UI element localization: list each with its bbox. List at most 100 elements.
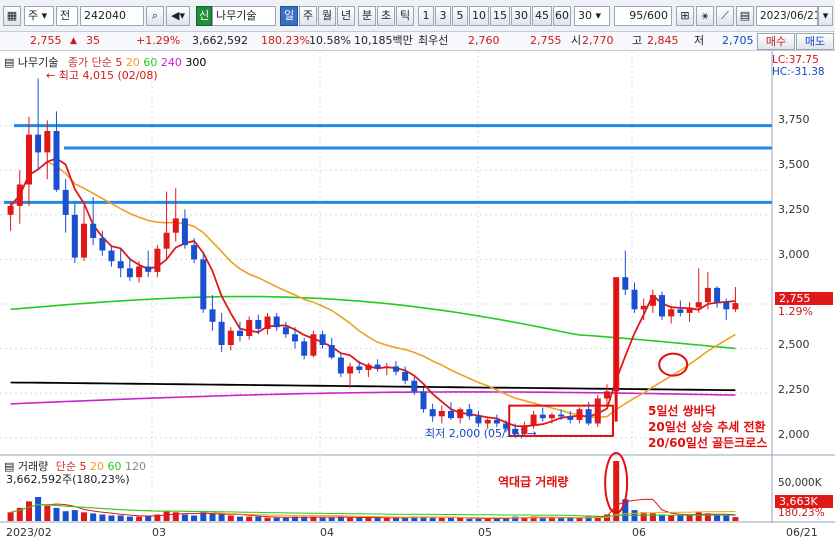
volume-tick-50000k: 50,000K <box>778 477 822 489</box>
candle-body <box>108 250 115 262</box>
grid-settings-icon[interactable]: ⊞ <box>676 6 694 26</box>
interval-10-button[interactable]: 10 <box>469 6 489 26</box>
volume-bar <box>35 497 42 521</box>
buy-button[interactable]: 매수 <box>757 33 795 50</box>
candle-body <box>677 309 684 313</box>
date-label-apr: 04 <box>320 526 334 539</box>
price-tick-3250: 3,250 <box>778 203 810 216</box>
candle-body <box>136 266 143 278</box>
candle-body <box>53 131 60 190</box>
candle-body <box>604 391 610 399</box>
interval-5-button[interactable]: 5 <box>452 6 468 26</box>
lc-value: LC:37.75 <box>772 54 819 66</box>
date-label-may: 05 <box>478 526 492 539</box>
indicator-icon[interactable]: ⚹ <box>696 6 714 26</box>
volume-bar <box>181 514 188 521</box>
candle-body <box>659 295 665 317</box>
volume-bar <box>71 510 78 521</box>
date-field[interactable]: 2023/06/21 <box>756 6 818 26</box>
hc-value: HC:-31.38 <box>772 66 825 78</box>
volume-bar <box>108 515 115 521</box>
prev-select[interactable]: 전 <box>56 6 78 26</box>
candle-body <box>273 316 280 328</box>
candle-body <box>695 302 702 308</box>
volume-bar <box>475 518 482 521</box>
interval-3-button[interactable]: 3 <box>435 6 451 26</box>
date-value: 2023/06/21 <box>760 10 818 22</box>
candle-body <box>218 321 225 345</box>
candle-body <box>181 218 188 246</box>
date-picker-icon[interactable]: ▾ <box>818 6 833 26</box>
period-day-button[interactable]: 일 <box>280 6 298 26</box>
period-month-button[interactable]: 월 <box>318 6 336 26</box>
count-select[interactable]: 30 ▾ <box>574 6 610 26</box>
price-tick-3500: 3,500 <box>778 158 810 171</box>
period-week-button[interactable]: 주 <box>299 6 317 26</box>
sell-button[interactable]: 매도 <box>796 33 834 50</box>
top-toolbar: ▦ 주 ▾ 전 242040 ⌕ ◀▾ 신 나무기술 일 주 월 년 분 초 틱… <box>0 0 835 32</box>
candle-body <box>567 416 574 420</box>
current-price-tag: 2,755 <box>775 292 833 305</box>
open-price: 2,770 <box>582 34 614 47</box>
interval-1-button[interactable]: 1 <box>418 6 434 26</box>
calendar-icon[interactable]: ▤ <box>736 6 754 26</box>
low-price: 2,705 <box>722 34 754 47</box>
candle-body <box>622 277 629 290</box>
legend-list-icon: ▤ <box>4 56 15 69</box>
candle-body <box>81 223 87 258</box>
speaker-icon[interactable]: ◀▾ <box>166 6 190 26</box>
volume-bar <box>81 512 87 521</box>
candle-body <box>126 268 133 278</box>
stock-name-field[interactable]: 나무기술 <box>212 6 276 26</box>
candle-body <box>704 287 711 303</box>
period-tick-button[interactable]: 틱 <box>396 6 414 26</box>
volume-bar <box>677 515 684 521</box>
volume-bar <box>44 505 51 521</box>
volume-bar <box>7 512 14 521</box>
candle-body <box>393 366 399 372</box>
candle-body <box>117 261 124 269</box>
date-label-feb: 2023/02 <box>6 526 52 539</box>
price-tick-3000: 3,000 <box>778 248 810 261</box>
menu-grid-icon[interactable]: ▦ <box>3 6 21 26</box>
market-select-value: 주 <box>28 9 39 22</box>
low-note: 최저 2,000 (05/16) → <box>425 427 537 440</box>
stock-code-input[interactable]: 242040 <box>80 6 144 26</box>
low-note-text: 최저 2,000 (05/16) <box>425 427 525 440</box>
candle-body <box>383 366 390 369</box>
end-date-label: 06/21 <box>786 526 818 539</box>
stock-name-value: 나무기술 <box>216 9 257 22</box>
search-icon[interactable]: ⌕ <box>146 6 164 26</box>
volume-bar <box>227 515 234 521</box>
candle-body <box>35 134 42 153</box>
candle-body <box>374 364 381 369</box>
date-label-jun: 06 <box>632 526 646 539</box>
market-select[interactable]: 주 ▾ <box>24 6 54 26</box>
candle-body <box>438 411 445 417</box>
volume-bar <box>62 511 69 521</box>
period-second-button[interactable]: 초 <box>377 6 395 26</box>
interval-45-button[interactable]: 45 <box>532 6 552 26</box>
interval-15-button[interactable]: 15 <box>490 6 510 26</box>
volume-bar <box>273 517 280 521</box>
candle-body <box>99 238 106 251</box>
candle-body <box>163 232 170 249</box>
line-chart-icon[interactable]: ⟋ <box>716 6 734 26</box>
candle-body <box>411 380 418 392</box>
volume-bar <box>649 513 656 521</box>
interval-60-button[interactable]: 60 <box>553 6 571 26</box>
period-year-button[interactable]: 년 <box>337 6 355 26</box>
volume-bar <box>714 515 721 521</box>
volume-bar <box>90 513 97 521</box>
change-up-icon: ▲ <box>70 36 77 46</box>
annotation-double-bottom: 5일선 쌍바닥 <box>648 404 716 418</box>
candle-body <box>44 131 51 153</box>
candle-body <box>668 309 675 317</box>
interval-30-button[interactable]: 30 <box>511 6 531 26</box>
candle-body <box>145 266 152 272</box>
volume-bar <box>319 517 326 521</box>
display-count-field[interactable]: 95/600 <box>614 6 672 26</box>
volume-bar <box>668 515 675 521</box>
period-minute-button[interactable]: 분 <box>358 6 376 26</box>
candle-body <box>640 305 647 310</box>
